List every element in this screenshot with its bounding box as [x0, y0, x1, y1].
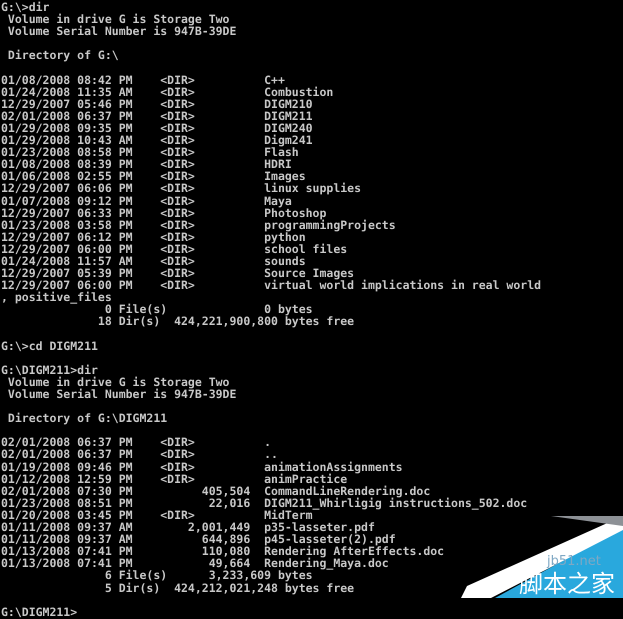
- console-dir-entry: 12/29/2007 06:33 PM <DIR> Photoshop: [1, 205, 327, 220]
- console-dir-summary: 5 Dir(s) 424,212,021,248 bytes free: [1, 580, 355, 595]
- console-serial-line: Volume Serial Number is 947B-39DE: [1, 387, 237, 401]
- console-dir-entry: 01/12/2008 12:59 PM <DIR> animPractice: [1, 471, 348, 486]
- console-file-summary: 6 File(s) 3,233,609 bytes: [1, 568, 313, 583]
- console-output-area[interactable]: G:\>dir Volume in drive G is Storage Two…: [0, 0, 623, 618]
- console-command-line: G:\>cd DIGM211: [1, 338, 98, 353]
- console-directory-header: Directory of G:\: [1, 48, 119, 63]
- console-dir-entry: 01/24/2008 11:35 AM <DIR> Combustion: [1, 84, 334, 99]
- console-command-line: G:\DIGM211>: [1, 604, 78, 619]
- console-dir-entry: 01/23/2008 03:58 PM <DIR> programmingPro…: [1, 217, 396, 232]
- console-dir-summary: 18 Dir(s) 424,221,900,800 bytes free: [1, 314, 355, 329]
- console-dir-entry: 01/07/2008 09:12 PM <DIR> Maya: [1, 193, 292, 208]
- console-dir-entry: 02/01/2008 06:37 PM <DIR> ..: [1, 447, 278, 462]
- console-serial-line: Volume Serial Number is 947B-39DE: [1, 24, 237, 39]
- console-dir-entry: 12/29/2007 06:06 PM <DIR> linux supplies: [1, 181, 362, 196]
- console-directory-header: Directory of G:\DIGM211: [1, 411, 168, 426]
- console-dir-entry: 01/08/2008 08:42 PM <DIR> C++: [1, 72, 285, 87]
- console-dir-entry: 01/19/2008 09:46 PM <DIR> animationAssig…: [1, 459, 403, 474]
